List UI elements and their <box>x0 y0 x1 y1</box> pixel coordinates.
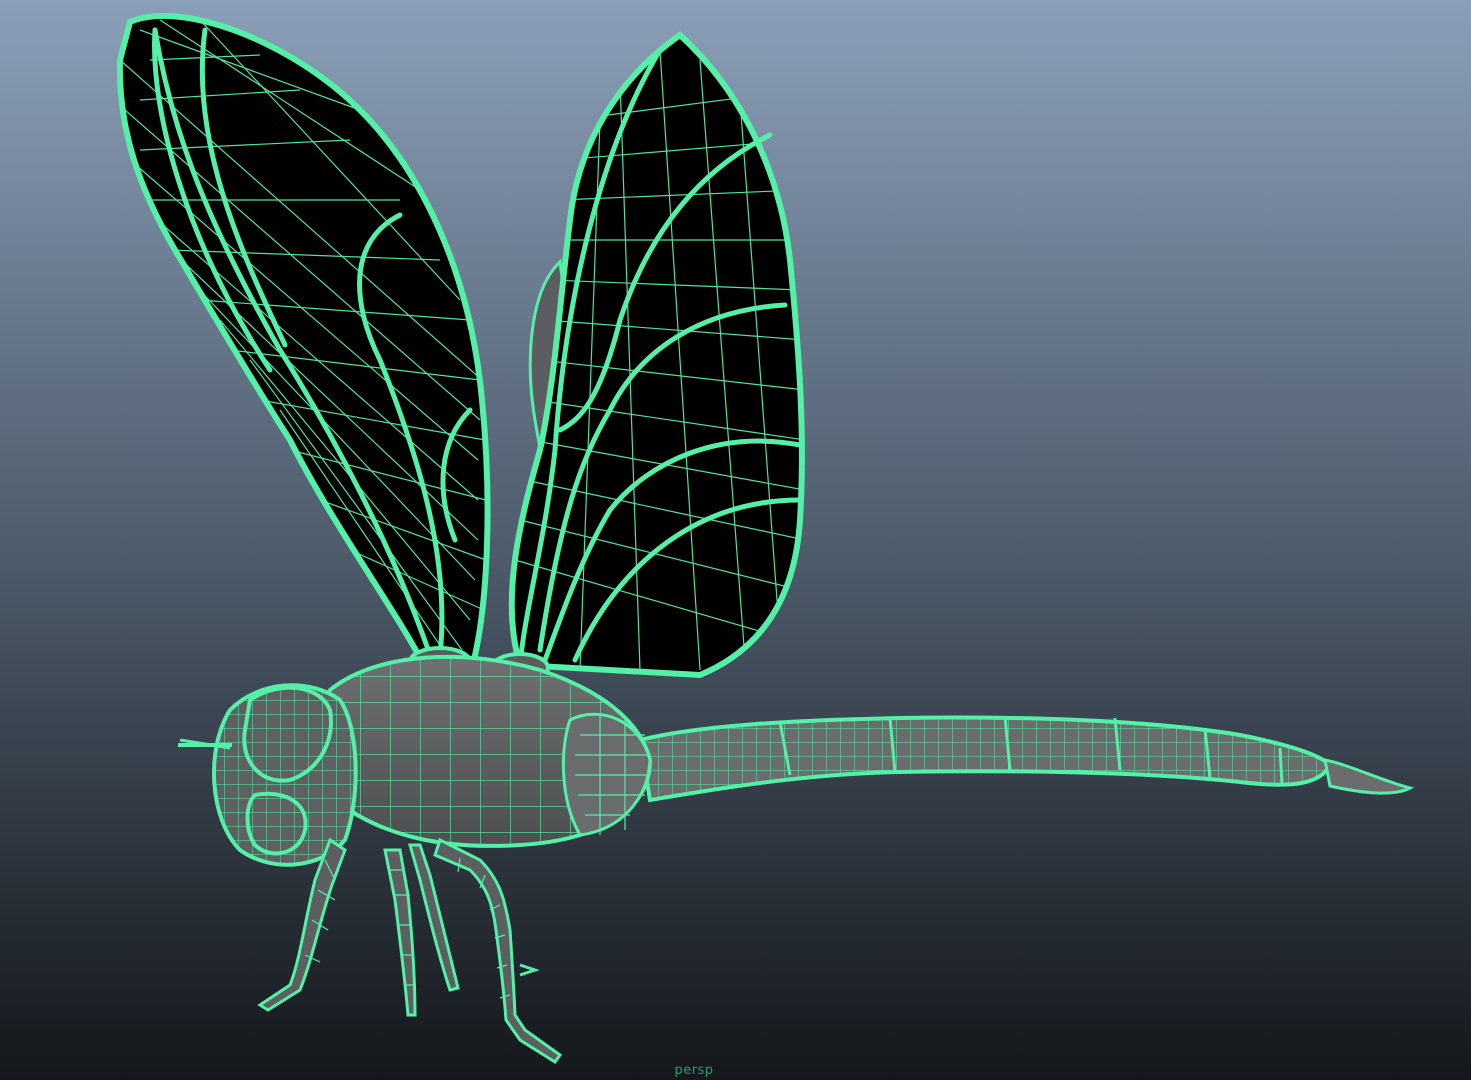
camera-name-label: persp <box>674 1063 714 1078</box>
maya-perspective-viewport[interactable]: persp <box>0 0 1471 1080</box>
viewport-canvas[interactable] <box>0 0 1471 1080</box>
